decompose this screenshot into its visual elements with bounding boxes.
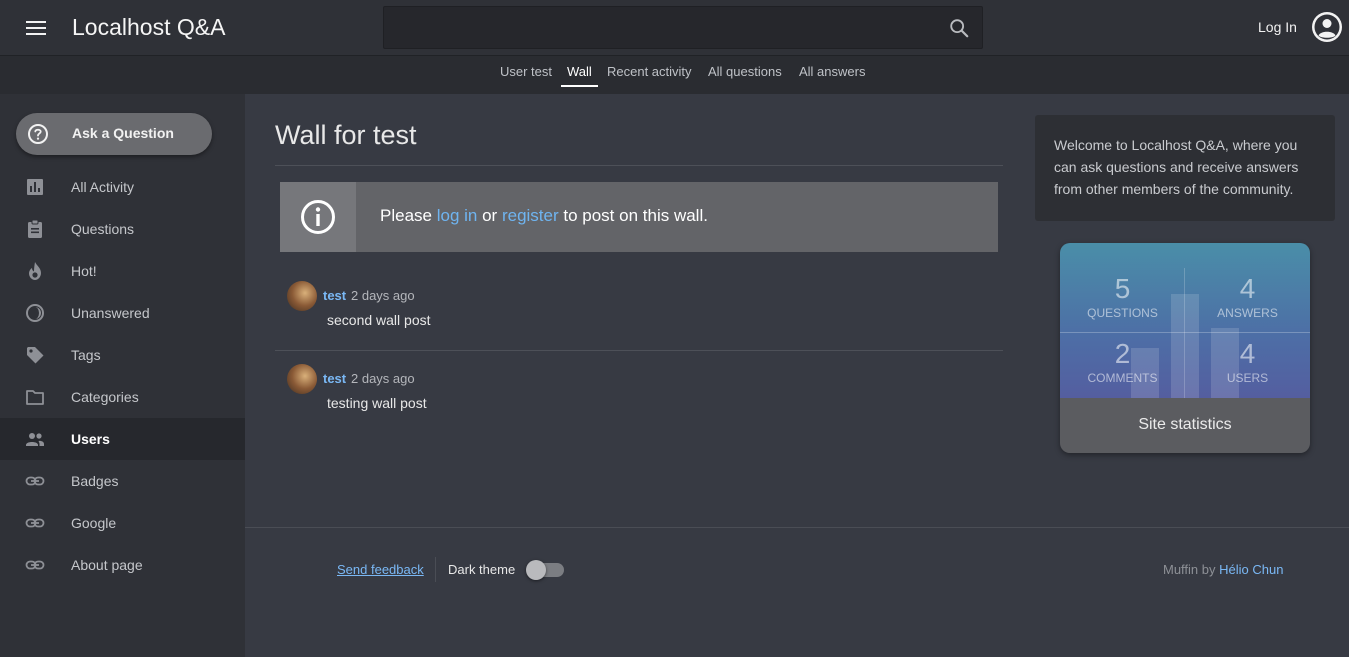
tab-all-questions[interactable]: All questions [702, 64, 788, 85]
sidebar-item-label: Users [71, 431, 110, 447]
half-moon-icon [26, 304, 44, 322]
notice-prefix: Please [380, 206, 432, 225]
link-icon [25, 518, 45, 528]
tab-user-test[interactable]: User test [494, 64, 558, 85]
tab-all-answers[interactable]: All answers [793, 64, 871, 85]
link-icon [25, 476, 45, 486]
site-title[interactable]: Localhost Q&A [72, 14, 225, 41]
wall-post: test 2 days ago second wall post [280, 267, 1003, 351]
sidebar-item-users[interactable]: Users [0, 418, 245, 460]
post-body: testing wall post [327, 395, 427, 411]
stat-users: 4 USERS [1185, 338, 1310, 386]
stats-divider [1060, 332, 1310, 333]
sidebar-item-label: Questions [71, 221, 135, 237]
avatar[interactable] [287, 281, 317, 311]
avatar[interactable] [287, 364, 317, 394]
wall-post: test 2 days ago testing wall post [280, 350, 1003, 434]
post-author[interactable]: test [323, 371, 346, 386]
stat-value: 2 [1114, 338, 1131, 369]
tab-recent-activity[interactable]: Recent activity [601, 64, 698, 85]
sidebar-item-label: Google [71, 515, 117, 531]
stat-label: ANSWERS [1217, 306, 1278, 320]
credit-prefix: Muffin by [1163, 562, 1216, 577]
post-author[interactable]: test [323, 288, 346, 303]
credit-author-link[interactable]: Hélio Chun [1219, 562, 1283, 577]
flame-icon [29, 262, 41, 280]
link-icon [25, 560, 45, 570]
login-link-inline[interactable]: log in [437, 206, 478, 225]
folder-icon [26, 390, 44, 405]
footer-divider [245, 527, 1349, 528]
ask-question-button[interactable]: Ask a Question [16, 113, 212, 155]
top-bar: Localhost Q&A Log In [0, 0, 1349, 56]
sidebar-item-tags[interactable]: Tags [0, 334, 245, 376]
stats-footer: Site statistics [1060, 398, 1310, 453]
dark-theme-label: Dark theme [448, 562, 516, 577]
sidebar-item-categories[interactable]: Categories [0, 376, 245, 418]
send-feedback-link[interactable]: Send feedback [337, 562, 424, 577]
footer-separator [435, 557, 436, 582]
sidebar-item-label: Categories [71, 389, 139, 405]
post-time: 2 days ago [351, 288, 415, 303]
page-title: Wall for test [275, 120, 417, 150]
stat-value: 5 [1114, 273, 1131, 304]
stat-value: 4 [1239, 338, 1256, 369]
help-circle-icon [28, 124, 48, 144]
profile-subnav: User test Wall Recent activity All quest… [0, 56, 1349, 94]
notice-icon-box [280, 182, 356, 252]
sidebar-item-label: Unanswered [71, 305, 150, 321]
stat-label: QUESTIONS [1087, 306, 1158, 320]
notice-suffix: to post on this wall. [563, 206, 708, 225]
sidebar-item-label: All Activity [71, 179, 135, 195]
ask-question-label: Ask a Question [72, 125, 174, 141]
sidebar-item-label: Badges [71, 473, 119, 489]
login-notice: Please log in or register to post on thi… [280, 182, 998, 252]
stat-label: USERS [1226, 371, 1269, 385]
site-statistics-widget[interactable]: 5 QUESTIONS 4 ANSWERS 2 COMMENTS 4 USERS… [1060, 243, 1310, 453]
sidebar-item-questions[interactable]: Questions [0, 208, 245, 250]
stat-label: COMMENTS [1087, 371, 1158, 385]
notice-middle: or [482, 206, 498, 225]
login-link[interactable]: Log In [1258, 19, 1297, 35]
sidebar-item-label: Tags [71, 347, 101, 363]
stat-comments: 2 COMMENTS [1060, 338, 1185, 386]
account-circle-icon[interactable] [1311, 11, 1343, 43]
sidebar-item-all-activity[interactable]: All Activity [0, 166, 245, 208]
tab-wall[interactable]: Wall [561, 64, 598, 87]
theme-credit: Muffin by Hélio Chun [1163, 562, 1283, 577]
tag-icon [27, 347, 44, 364]
sidebar-item-unanswered[interactable]: Unanswered [0, 292, 245, 334]
notice-text: Please log in or register to post on thi… [380, 206, 708, 226]
stat-answers: 4 ANSWERS [1185, 273, 1310, 321]
clipboard-icon [28, 219, 42, 238]
post-body: second wall post [327, 312, 431, 328]
divider [275, 165, 1003, 166]
register-link[interactable]: register [502, 206, 559, 225]
stats-footer-label: Site statistics [1138, 416, 1232, 433]
sidebar-item-badges[interactable]: Badges [0, 460, 245, 502]
info-icon [301, 200, 335, 234]
people-icon [26, 433, 44, 446]
sidebar-item-label: About page [71, 557, 143, 573]
search-icon[interactable] [948, 17, 970, 39]
hamburger-menu-icon[interactable] [24, 17, 48, 39]
sidebar-item-hot[interactable]: Hot! [0, 250, 245, 292]
toggle-knob[interactable] [526, 560, 546, 580]
welcome-box: Welcome to Localhost Q&A, where you can … [1035, 115, 1335, 221]
search-input[interactable] [383, 6, 983, 49]
sidebar-item-google[interactable]: Google [0, 502, 245, 544]
sidebar-item-about-page[interactable]: About page [0, 544, 245, 586]
sidebar: Ask a Question All Activity Questions Ho… [0, 94, 245, 657]
stat-value: 4 [1239, 273, 1256, 304]
sidebar-item-label: Hot! [71, 263, 97, 279]
stat-questions: 5 QUESTIONS [1060, 273, 1185, 321]
post-time: 2 days ago [351, 371, 415, 386]
bar-chart-icon [27, 179, 43, 195]
dark-theme-toggle[interactable] [526, 560, 564, 580]
